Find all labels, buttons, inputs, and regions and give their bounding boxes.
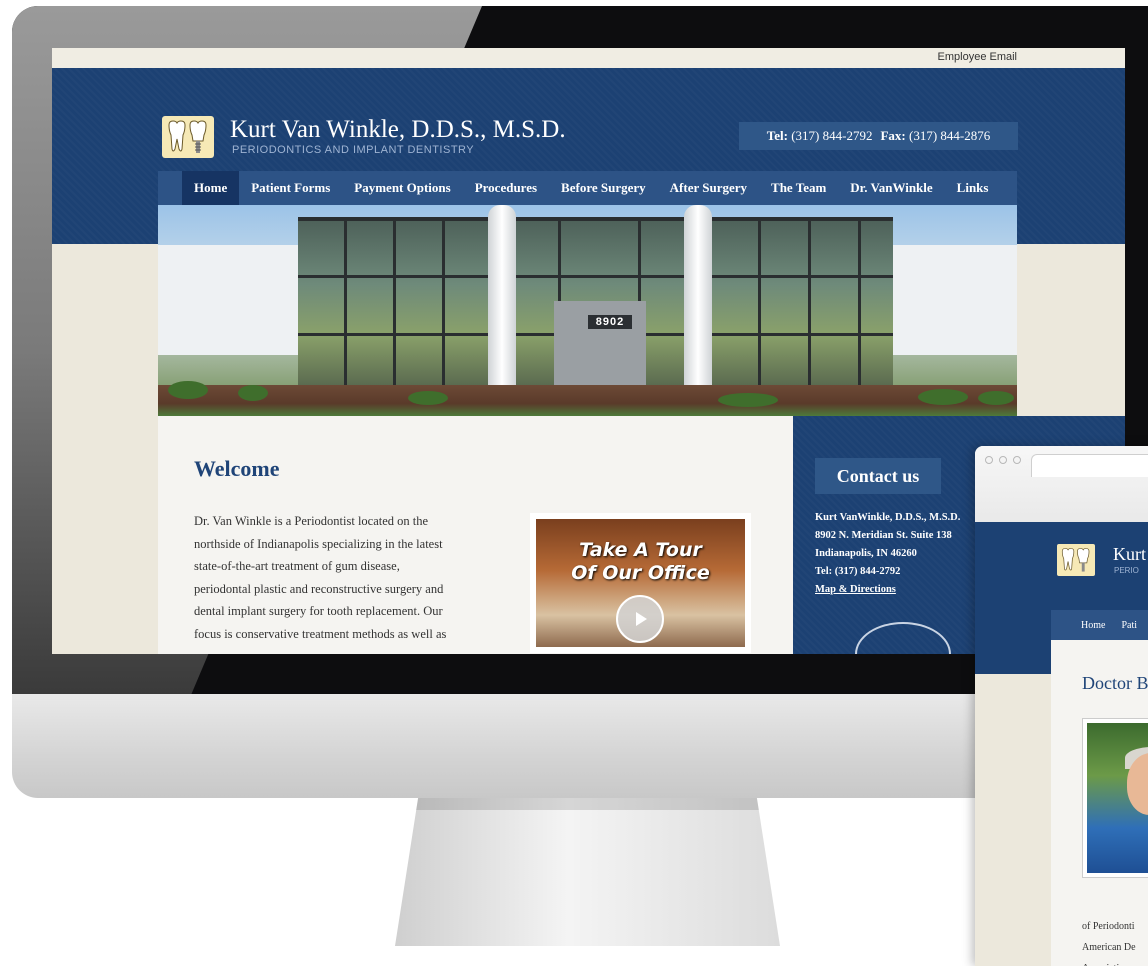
zoom-window-icon[interactable] xyxy=(1013,456,1021,464)
site-title[interactable]: Kurt Van Winkle, D.D.S., M.S.D. xyxy=(230,116,566,144)
mullion xyxy=(393,217,396,385)
welcome-text: Dr. Van Winkle is a Periodontist located… xyxy=(194,510,514,645)
academy-seal-icon xyxy=(855,622,951,654)
fax-number: (317) 844-2876 xyxy=(908,128,991,143)
mullion xyxy=(344,217,347,385)
building-right-wing xyxy=(893,245,1017,355)
doctor-portrait xyxy=(1087,723,1148,873)
minimize-window-icon[interactable] xyxy=(999,456,1007,464)
doctor-page-nav: Home Pati xyxy=(1051,610,1148,640)
building-number-sign: 8902 xyxy=(588,315,632,329)
mullion xyxy=(858,217,861,385)
shrub xyxy=(408,391,448,405)
address-name: Kurt VanWinkle, D.D.S., M.S.D. xyxy=(815,512,961,523)
close-window-icon[interactable] xyxy=(985,456,993,464)
nav-links[interactable]: Links xyxy=(945,171,1001,205)
welcome-line: Dr. Van Winkle is a Periodontist located… xyxy=(194,514,429,528)
office-tour-thumbnail: Take A Tour Of Our Office xyxy=(536,519,745,647)
nav-after-surgery[interactable]: After Surgery xyxy=(658,171,759,205)
shrub xyxy=(978,391,1014,405)
tour-caption-line: Take A Tour xyxy=(579,539,702,561)
doctor-photo xyxy=(1082,718,1148,878)
doctor-page-title: Kurt xyxy=(1113,544,1146,564)
tour-caption: Take A Tour Of Our Office xyxy=(536,539,745,585)
phone-fax-banner: Tel: (317) 844-2792 Fax: (317) 844-2876 xyxy=(739,122,1018,150)
contact-us-button[interactable]: Contact us xyxy=(815,458,941,494)
top-utility-bar: Employee Email xyxy=(52,48,1125,68)
map-directions-link[interactable]: Map & Directions xyxy=(815,584,896,595)
doctor-bio: of Periodonti American De Association xyxy=(1082,916,1148,966)
address-tel: Tel: (317) 844-2792 xyxy=(815,566,901,577)
shrub xyxy=(238,385,268,401)
window-controls xyxy=(985,456,1021,464)
nav-dr-vanwinkle[interactable]: Dr. VanWinkle xyxy=(838,171,944,205)
shrub xyxy=(168,381,208,399)
mullion xyxy=(758,217,761,385)
building-glass-right xyxy=(710,217,893,385)
welcome-section: Welcome Dr. Van Winkle is a Periodontist… xyxy=(158,416,793,654)
tel-label: Tel: xyxy=(766,128,788,143)
nav-payment-options[interactable]: Payment Options xyxy=(342,171,462,205)
welcome-heading: Welcome xyxy=(194,456,280,481)
shrub xyxy=(718,393,778,407)
address-street: 8902 N. Meridian St. Suite 138 xyxy=(815,530,952,541)
fax-label: Fax: xyxy=(880,128,906,143)
main-nav: Home Patient Forms Payment Options Proce… xyxy=(158,171,1017,205)
tour-caption-line: Of Our Office xyxy=(571,562,710,584)
landscaping xyxy=(158,385,1017,416)
employee-email-link[interactable]: Employee Email xyxy=(938,51,1017,63)
imac-stand-shadow xyxy=(416,798,759,810)
website-screen: Employee Email Kurt Van Winkle, D.D.S., … xyxy=(52,48,1125,654)
building-entrance xyxy=(554,301,646,385)
nav-home[interactable]: Home xyxy=(182,171,240,205)
nav-before-surgery[interactable]: Before Surgery xyxy=(549,171,658,205)
doctor-heading: Doctor B xyxy=(1082,673,1148,693)
building-column-left xyxy=(488,205,516,387)
welcome-line: focus is conservative treatment methods … xyxy=(194,626,447,641)
office-building-photo: 8902 xyxy=(158,205,1017,416)
nav-procedures[interactable]: Procedures xyxy=(463,171,549,205)
bio-line: of Periodonti xyxy=(1082,921,1135,932)
doctor-page: Kurt PERIO Home Pati Doctor B of Periodo… xyxy=(975,522,1148,966)
nav-patient-forms[interactable]: Patient Forms xyxy=(239,171,342,205)
welcome-line: northside of Indianapolis specializing i… xyxy=(194,536,443,551)
mullion xyxy=(808,217,811,385)
mullion xyxy=(442,217,445,385)
shrub xyxy=(918,389,968,405)
welcome-line: periodontal plastic and reconstructive s… xyxy=(194,581,444,596)
play-icon[interactable] xyxy=(616,595,664,643)
bio-line: American De xyxy=(1082,942,1136,953)
doctor-page-content: Doctor B of Periodonti American De Assoc… xyxy=(1051,640,1148,966)
nav-home[interactable]: Home xyxy=(1081,620,1105,631)
browser-tab[interactable] xyxy=(1031,454,1148,477)
office-address: Kurt VanWinkle, D.D.S., M.S.D. 8902 N. M… xyxy=(815,509,960,599)
welcome-line: state-of-the-art treatment of gum diseas… xyxy=(194,559,400,573)
tooth-logo-icon[interactable] xyxy=(1057,544,1095,576)
browser-chrome xyxy=(975,446,1148,522)
site-subtitle: PERIODONTICS AND IMPLANT DENTISTRY xyxy=(232,144,475,156)
building-left-wing xyxy=(158,245,298,355)
building-column-right xyxy=(684,205,712,387)
secondary-browser-window: Kurt PERIO Home Pati Doctor B of Periodo… xyxy=(975,446,1148,966)
mullion xyxy=(298,217,893,221)
nav-the-team[interactable]: The Team xyxy=(759,171,838,205)
tel-number: (317) 844-2792 xyxy=(791,128,873,143)
doctor-page-subtitle: PERIO xyxy=(1114,566,1139,575)
welcome-line: dental implant surgery for tooth replace… xyxy=(194,604,443,618)
nav-patient-forms[interactable]: Pati xyxy=(1121,620,1137,631)
office-tour-video[interactable]: Take A Tour Of Our Office xyxy=(530,513,751,653)
mullion xyxy=(298,275,893,278)
tooth-logo-icon[interactable] xyxy=(162,116,214,158)
address-city: Indianapolis, IN 46260 xyxy=(815,548,917,559)
imac-stand xyxy=(395,798,780,946)
bio-line: Association xyxy=(1082,958,1148,966)
